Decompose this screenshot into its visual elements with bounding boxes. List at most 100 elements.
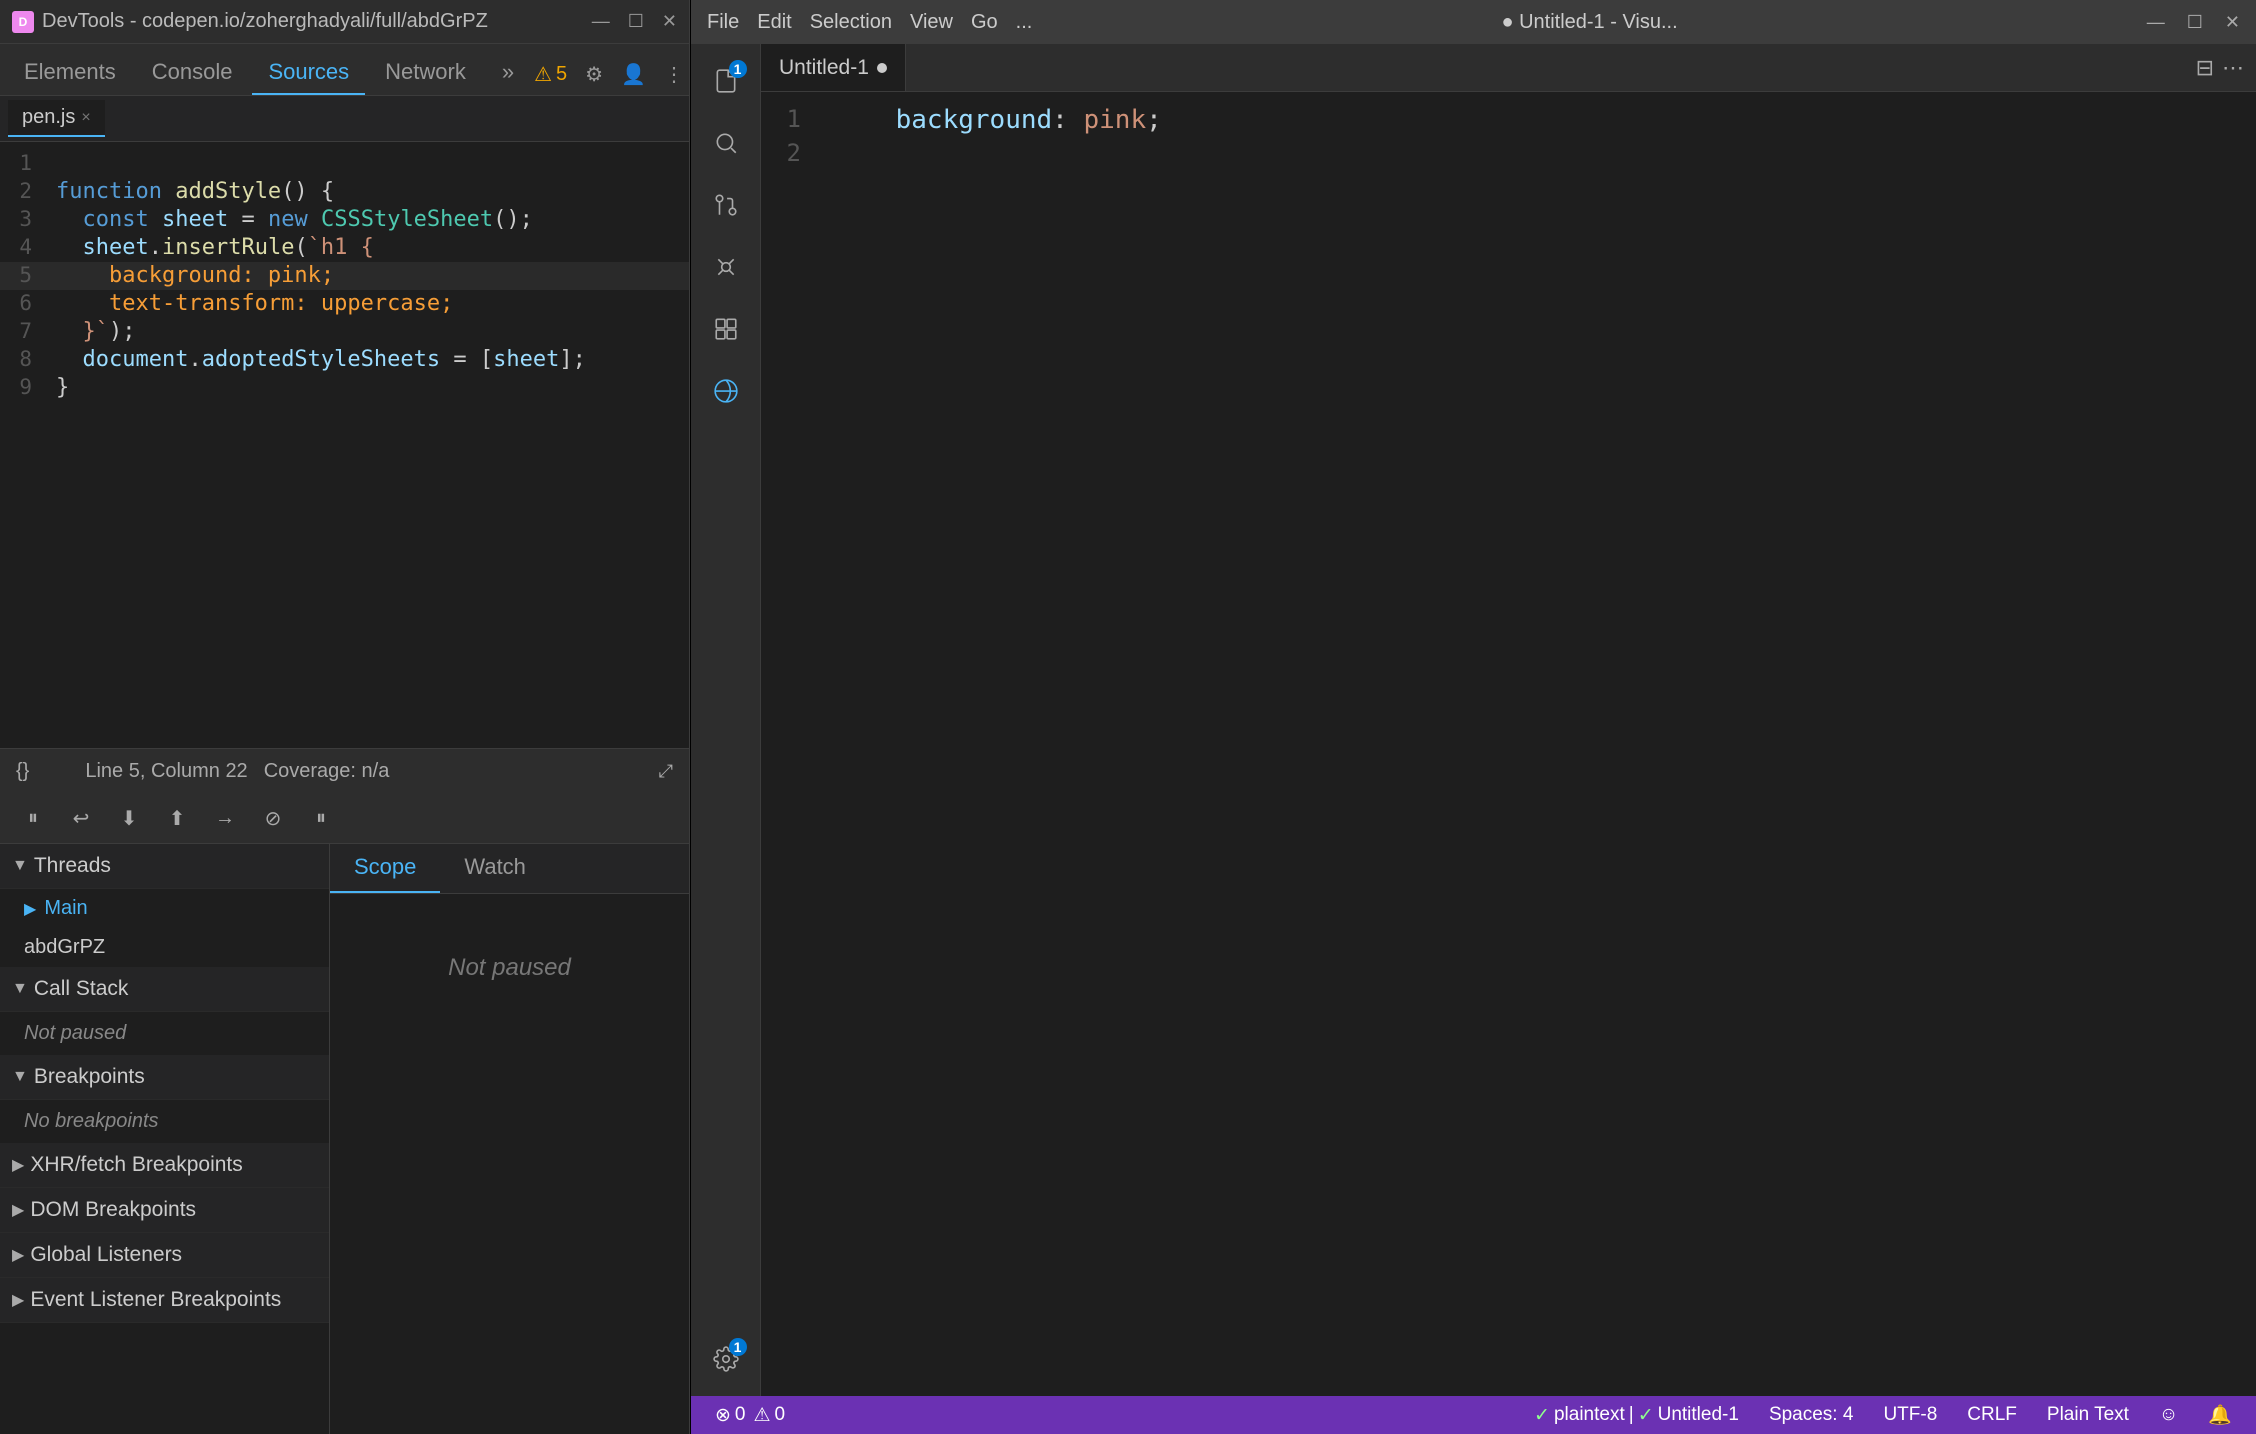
encoding-item[interactable]: UTF-8	[1877, 1402, 1943, 1428]
xhr-label: XHR/fetch Breakpoints	[30, 1153, 242, 1177]
more-icon[interactable]: ⋮	[664, 62, 684, 87]
vscode-code-area[interactable]: 1 background: pink; 2	[761, 92, 2256, 1396]
vs-code-line-1: 1 background: pink;	[761, 104, 2256, 138]
profile-icon[interactable]: 👤	[621, 62, 646, 87]
restore-button[interactable]: ☐	[628, 11, 644, 32]
xhr-section-header[interactable]: ▶ XHR/fetch Breakpoints	[0, 1143, 329, 1188]
vscode-titlebar: File Edit Selection View Go ... ● Untitl…	[691, 0, 2256, 44]
devtools-panel: D DevTools - codepen.io/zoherghadyali/fu…	[0, 0, 690, 1434]
activity-source-control-icon[interactable]	[699, 178, 753, 232]
line-endings-item[interactable]: CRLF	[1961, 1402, 2023, 1428]
step-out-button[interactable]: ⬆	[160, 802, 194, 836]
tab-console[interactable]: Console	[136, 51, 249, 95]
filename-check-label: Untitled-1	[1658, 1404, 1739, 1426]
scope-panel: Scope Watch Not paused	[330, 844, 689, 1434]
dom-label: DOM Breakpoints	[30, 1198, 196, 1222]
code-line-6: 6 text-transform: uppercase;	[0, 290, 689, 318]
menu-more[interactable]: ...	[1016, 11, 1033, 34]
breakpoints-collapse-arrow: ▼	[12, 1068, 28, 1086]
minimize-button[interactable]: —	[592, 11, 610, 32]
activity-browser-icon[interactable]	[699, 364, 753, 418]
devtools-title: DevTools - codepen.io/zoherghadyali/full…	[42, 10, 488, 33]
activity-search-icon[interactable]	[699, 116, 753, 170]
step-over-button[interactable]: ↩	[64, 802, 98, 836]
code-editor[interactable]: 1 2 function addStyle() { 3 const sheet …	[0, 142, 689, 748]
vscode-restore-button[interactable]: ☐	[2187, 12, 2203, 33]
notifications-icon[interactable]: 🔔	[2202, 1401, 2238, 1429]
vscode-close-button[interactable]: ✕	[2225, 12, 2240, 33]
settings-icon[interactable]: ⚙	[585, 62, 603, 87]
breakpoints-label: Breakpoints	[34, 1065, 145, 1089]
activity-extensions-icon[interactable]	[699, 302, 753, 356]
language-item[interactable]: Plain Text	[2041, 1402, 2135, 1428]
global-listeners-section-header[interactable]: ▶ Global Listeners	[0, 1233, 329, 1278]
menu-selection[interactable]: Selection	[810, 11, 892, 34]
menu-edit[interactable]: Edit	[757, 11, 791, 34]
spaces-item[interactable]: Spaces: 4	[1763, 1402, 1860, 1428]
braces-icon[interactable]: {}	[16, 760, 29, 783]
step-button[interactable]: →	[208, 802, 242, 836]
main-thread-item[interactable]: ▶ Main	[0, 889, 329, 928]
threads-section-header[interactable]: ▼ Threads	[0, 844, 329, 889]
close-button[interactable]: ✕	[662, 11, 677, 32]
warning-icon: ⚠	[534, 62, 552, 87]
debug-bottom-panel: ▼ Threads ▶ Main abdGrPZ ▼ Call Stack	[0, 844, 689, 1434]
encoding-label: UTF-8	[1883, 1404, 1937, 1426]
code-line-1: 1	[0, 150, 689, 178]
thread-sub-label: abdGrPZ	[24, 936, 105, 958]
dom-section-header[interactable]: ▶ DOM Breakpoints	[0, 1188, 329, 1233]
menu-go[interactable]: Go	[971, 11, 998, 34]
untitled-1-tab[interactable]: Untitled-1	[761, 44, 906, 91]
expand-icon[interactable]: ⤢	[659, 761, 673, 782]
tab-network[interactable]: Network	[369, 51, 482, 95]
warning-count-statusbar: 0	[775, 1404, 786, 1426]
tab-watch[interactable]: Watch	[440, 844, 550, 893]
pause-resume-button[interactable]: ⏸	[16, 802, 50, 836]
file-tab-close-icon[interactable]: ×	[81, 109, 90, 127]
event-label: Event Listener Breakpoints	[30, 1288, 281, 1312]
breakpoints-section-header[interactable]: ▼ Breakpoints	[0, 1055, 329, 1100]
tab-more[interactable]: »	[486, 51, 530, 95]
tab-sources[interactable]: Sources	[252, 51, 365, 95]
statusbar-right: ✓ plaintext | ✓ Untitled-1 Spaces: 4 UTF…	[1528, 1401, 2238, 1429]
event-listener-section-header[interactable]: ▶ Event Listener Breakpoints	[0, 1278, 329, 1323]
active-thread-arrow: ▶	[24, 899, 36, 919]
menu-view[interactable]: View	[910, 11, 953, 34]
code-line-9: 9 }	[0, 374, 689, 402]
more-actions-icon[interactable]: ⋯	[2222, 55, 2244, 81]
menu-file[interactable]: File	[707, 11, 739, 34]
activity-files-icon[interactable]: 1	[699, 54, 753, 108]
dom-collapse-arrow: ▶	[12, 1200, 24, 1220]
pause-on-exception-button[interactable]: ⏸	[304, 802, 338, 836]
pen-js-tab[interactable]: pen.js ×	[8, 100, 105, 137]
code-line-5: 5 background: pink;	[0, 262, 689, 290]
coverage-info: Coverage: n/a	[264, 760, 390, 783]
vscode-minimize-button[interactable]: —	[2147, 12, 2165, 33]
error-count: 0	[735, 1404, 746, 1426]
vscode-editor: Untitled-1 ⊟ ⋯ 1 background: pink;	[761, 44, 2256, 1396]
warning-badge[interactable]: ⚠ 5	[534, 62, 567, 87]
xhr-collapse-arrow: ▶	[12, 1155, 24, 1175]
files-badge: 1	[729, 60, 747, 78]
deactivate-breakpoints-button[interactable]: ⊘	[256, 802, 290, 836]
step-into-button[interactable]: ⬇	[112, 802, 146, 836]
split-editor-icon[interactable]: ⊟	[2196, 55, 2214, 81]
code-line-7: 7 }`);	[0, 318, 689, 346]
devtools-titlebar: D DevTools - codepen.io/zoherghadyali/fu…	[0, 0, 689, 44]
activity-settings-icon[interactable]: 1	[699, 1332, 753, 1386]
settings-badge: 1	[729, 1338, 747, 1356]
activity-debug-icon[interactable]	[699, 240, 753, 294]
position-info: Line 5, Column 22	[85, 760, 247, 783]
spaces-label: Spaces: 4	[1769, 1404, 1854, 1426]
language-check-label: plaintext	[1554, 1404, 1625, 1426]
global-collapse-arrow: ▶	[12, 1245, 24, 1265]
callstack-section-header[interactable]: ▼ Call Stack	[0, 967, 329, 1012]
bell-icon: 🔔	[2208, 1403, 2232, 1427]
tab-scope[interactable]: Scope	[330, 844, 440, 893]
errors-indicator[interactable]: ⊗ 0 ⚠ 0	[709, 1402, 791, 1429]
smiley-icon[interactable]: ☺	[2153, 1402, 2184, 1428]
language-check-item[interactable]: ✓ plaintext | ✓ Untitled-1	[1528, 1402, 1745, 1429]
tab-elements[interactable]: Elements	[8, 51, 132, 95]
global-label: Global Listeners	[30, 1243, 182, 1267]
language-label: Plain Text	[2047, 1404, 2129, 1426]
